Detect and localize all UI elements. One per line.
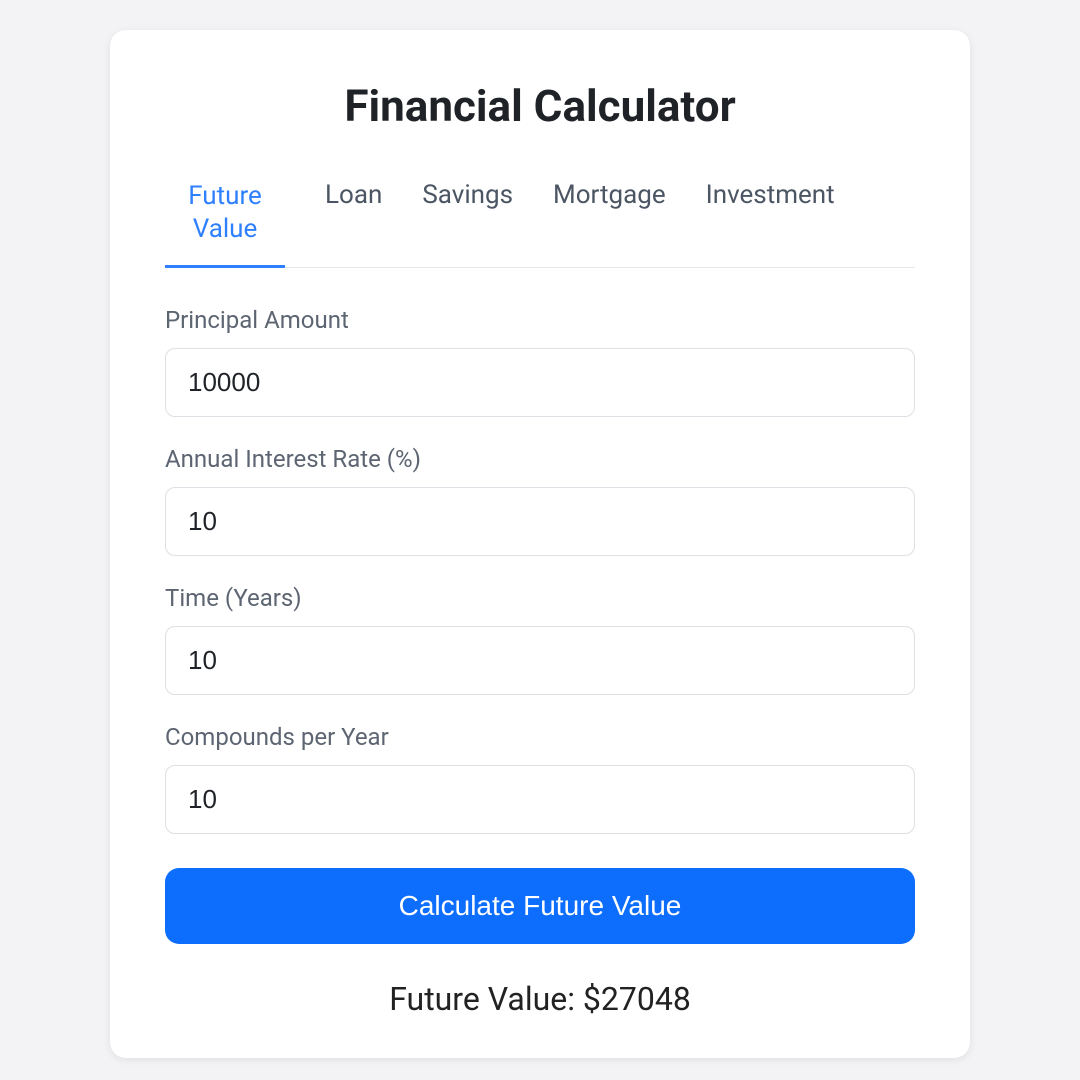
field-rate: Annual Interest Rate (%) [165,445,915,556]
tab-loan[interactable]: Loan [325,180,382,267]
input-time[interactable] [165,626,915,695]
input-rate[interactable] [165,487,915,556]
tab-savings[interactable]: Savings [422,180,513,267]
tab-investment[interactable]: Investment [706,180,835,267]
input-compounds[interactable] [165,765,915,834]
result-text: Future Value: $27048 [165,980,915,1018]
field-principal: Principal Amount [165,306,915,417]
tabs-container: Future Value Loan Savings Mortgage Inves… [165,180,915,268]
label-time: Time (Years) [165,584,915,612]
tab-mortgage[interactable]: Mortgage [553,180,666,267]
page-title: Financial Calculator [165,80,915,132]
label-principal: Principal Amount [165,306,915,334]
tab-future-value[interactable]: Future Value [165,180,285,267]
label-rate: Annual Interest Rate (%) [165,445,915,473]
field-compounds: Compounds per Year [165,723,915,834]
input-principal[interactable] [165,348,915,417]
calculate-button[interactable]: Calculate Future Value [165,868,915,944]
field-time: Time (Years) [165,584,915,695]
label-compounds: Compounds per Year [165,723,915,751]
calculator-card: Financial Calculator Future Value Loan S… [110,30,970,1058]
